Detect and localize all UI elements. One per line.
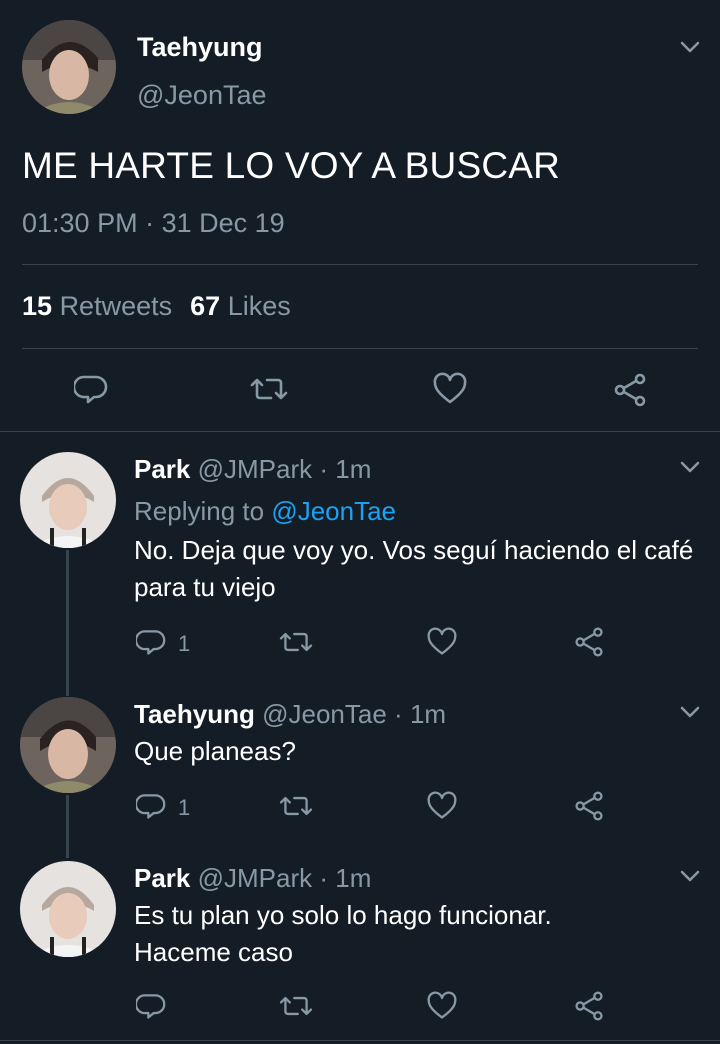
reply-author-handle[interactable]: @JMPark [198, 454, 313, 484]
reply-avatar[interactable] [20, 697, 116, 793]
chevron-down-icon[interactable] [679, 869, 701, 883]
divider [22, 264, 698, 265]
reply-icon[interactable] [136, 791, 166, 821]
retweets-label: Retweets [59, 291, 173, 321]
reply-text: Que planeas? [134, 736, 296, 766]
meta-separator: · [319, 863, 329, 893]
divider [0, 1040, 720, 1041]
reply-time: 1m [335, 863, 372, 893]
meta-separator: · [145, 208, 155, 238]
like-icon[interactable] [426, 627, 458, 657]
reply-count: 1 [178, 631, 191, 656]
main-author-handle[interactable]: @JeonTae [137, 80, 267, 111]
replying-to: Replying to @JeonTae [134, 496, 396, 527]
like-icon[interactable] [426, 791, 458, 821]
share-icon[interactable] [612, 372, 648, 408]
likes-label: Likes [227, 291, 291, 321]
reply-text: Es tu plan yo solo lo hago funcionar. Ha… [134, 900, 552, 967]
reply-avatar[interactable] [20, 861, 116, 957]
reply-header: Park @JMPark · 1m [134, 454, 371, 485]
divider [0, 431, 720, 432]
reply-time: 1m [335, 454, 372, 484]
main-tweet-timestamp: 01:30 PM · 31 Dec 19 [22, 208, 285, 239]
chevron-down-icon[interactable] [679, 40, 701, 54]
replying-mention-link[interactable]: @JeonTae [271, 496, 396, 526]
reply-author-name[interactable]: Park [134, 454, 190, 484]
retweet-icon[interactable] [278, 991, 314, 1021]
reply-time: 1m [409, 699, 447, 729]
reply-header: Taehyung @JeonTae · 1m [134, 699, 446, 730]
reply-icon[interactable] [74, 372, 108, 406]
chevron-down-icon[interactable] [679, 705, 701, 719]
tweet-time: 01:30 PM [22, 208, 138, 238]
main-tweet-text: ME HARTE LO VOY A BUSCAR [22, 145, 561, 186]
reply-text: No. Deja que voy yo. Vos seguí haciendo … [134, 535, 694, 602]
meta-separator: · [394, 699, 403, 729]
likes-count: 67 [190, 291, 221, 321]
retweets-stat[interactable]: 15 Retweets [22, 291, 172, 321]
main-avatar[interactable] [22, 20, 116, 114]
reply-header: Park @JMPark · 1m [134, 863, 371, 894]
divider [22, 348, 698, 349]
reply-author-name[interactable]: Park [134, 863, 190, 893]
replying-prefix: Replying to [134, 496, 265, 526]
meta-separator: · [319, 454, 329, 484]
share-icon[interactable] [573, 990, 605, 1022]
like-icon[interactable] [426, 991, 458, 1021]
reply-icon[interactable] [136, 991, 166, 1021]
chevron-down-icon[interactable] [679, 460, 701, 474]
retweet-icon[interactable] [249, 372, 289, 406]
tweet-date: 31 Dec 19 [161, 208, 285, 238]
reply-author-handle[interactable]: @JeonTae [262, 699, 387, 729]
thread-line [66, 795, 69, 858]
like-icon[interactable] [432, 372, 468, 406]
reply-author-name[interactable]: Taehyung [134, 699, 255, 729]
reply-author-handle[interactable]: @JMPark [198, 863, 313, 893]
likes-stat[interactable]: 67 Likes [190, 291, 291, 321]
retweets-count: 15 [22, 291, 53, 321]
retweet-icon[interactable] [278, 791, 314, 821]
reply-icon[interactable] [136, 627, 166, 657]
reply-count: 1 [178, 795, 191, 820]
main-author-name[interactable]: Taehyung [137, 32, 263, 63]
tweet-stats: 15 Retweets 67 Likes [22, 291, 291, 322]
share-icon[interactable] [573, 626, 605, 658]
reply-avatar[interactable] [20, 452, 116, 548]
share-icon[interactable] [573, 790, 605, 822]
thread-line [66, 550, 69, 696]
retweet-icon[interactable] [278, 627, 314, 657]
